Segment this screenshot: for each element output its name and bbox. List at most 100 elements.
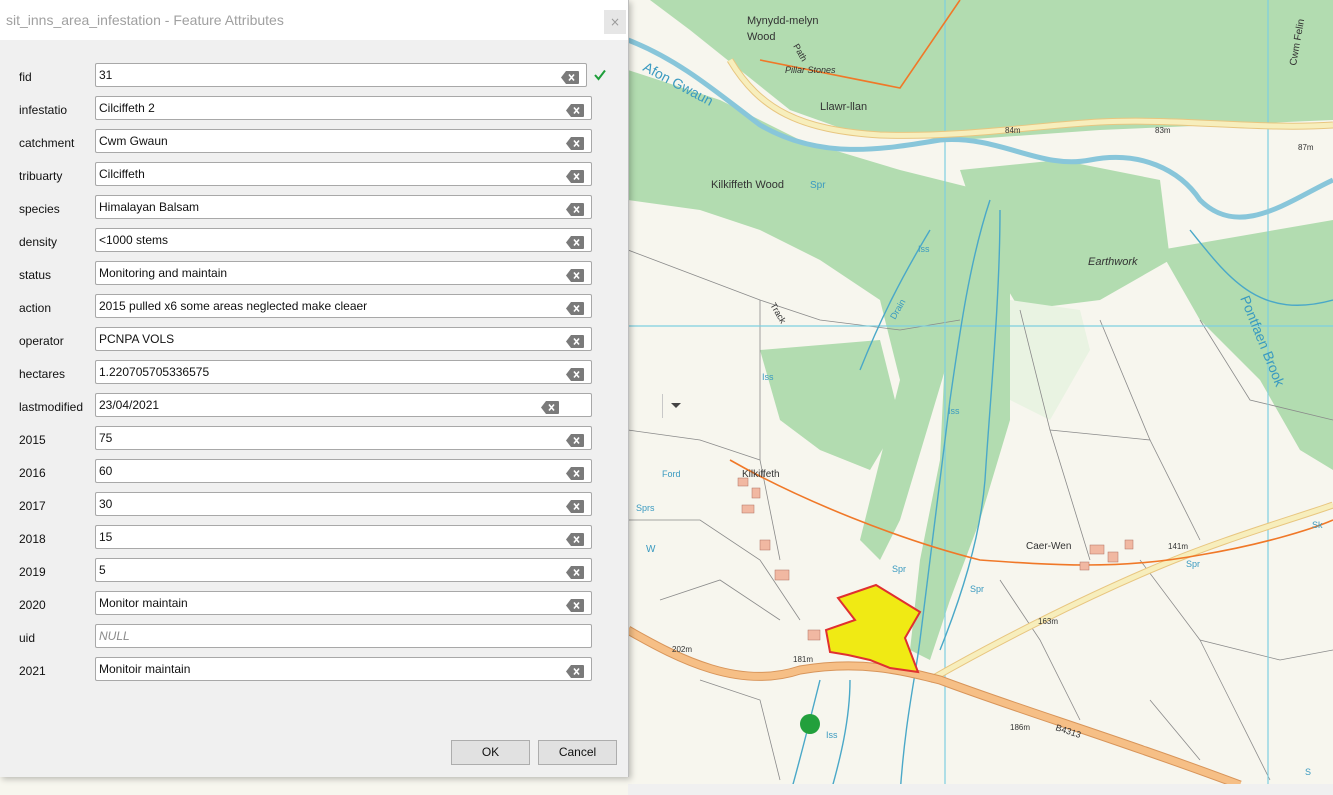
field-input[interactable]: NULL (95, 624, 592, 648)
clear-icon[interactable] (566, 564, 584, 579)
clear-icon[interactable] (566, 498, 584, 513)
field-value: Monitoring and maintain (99, 266, 228, 280)
clear-icon[interactable] (566, 201, 584, 216)
field-label: hectares (19, 367, 66, 381)
field-value: Cilciffeth (99, 167, 145, 181)
field-label: lastmodified (19, 400, 84, 414)
attribute-row: 2019 5 (0, 558, 628, 591)
map-label: Spr (1186, 559, 1200, 569)
field-input[interactable]: 60 (95, 459, 592, 483)
field-input[interactable]: Monitor maintain (95, 591, 592, 615)
clear-icon[interactable] (566, 432, 584, 447)
field-label: 2019 (19, 565, 46, 579)
clear-icon[interactable] (566, 135, 584, 150)
map-label: Iss (762, 372, 774, 382)
field-input[interactable]: Cilciffeth 2 (95, 96, 592, 120)
close-button[interactable]: × (604, 10, 626, 34)
map-label: W (646, 544, 656, 555)
field-input[interactable]: 31 (95, 63, 587, 87)
field-value: 31 (99, 68, 113, 82)
map-label: Spr (810, 180, 826, 191)
field-value: 2015 pulled x6 some areas neglected make… (99, 299, 368, 313)
field-value: 30 (99, 497, 113, 511)
clear-icon[interactable] (566, 300, 584, 315)
dialog-title: sit_inns_area_infestation - Feature Attr… (6, 12, 284, 28)
map-label: 84m (1005, 126, 1021, 135)
field-input[interactable]: Monitoring and maintain (95, 261, 592, 285)
attribute-row: tribuarty Cilciffeth (0, 162, 628, 195)
attribute-row: infestatio Cilciffeth 2 (0, 96, 628, 129)
map-label: 141m (1168, 542, 1188, 551)
attribute-row: catchment Cwm Gwaun (0, 129, 628, 162)
attribute-row: 2021 Monitoir maintain (0, 657, 628, 690)
attribute-row: 2020 Monitor maintain (0, 591, 628, 624)
attribute-row: uid NULL (0, 624, 628, 657)
field-input[interactable]: 1.220705705336575 (95, 360, 592, 384)
map-label: Spr (970, 584, 984, 594)
point-marker[interactable] (800, 714, 820, 734)
attribute-row: 2015 75 (0, 426, 628, 459)
ok-button[interactable]: OK (451, 740, 530, 765)
field-label: uid (19, 631, 36, 645)
field-input[interactable]: 75 (95, 426, 592, 450)
map-label: 163m (1038, 617, 1058, 626)
clear-icon[interactable] (566, 333, 584, 348)
clear-icon[interactable] (566, 663, 584, 678)
field-input[interactable]: 5 (95, 558, 592, 582)
clear-icon[interactable] (566, 102, 584, 117)
field-label: action (19, 301, 52, 315)
map-label: Kilkiffeth (742, 469, 780, 480)
field-label: 2017 (19, 499, 46, 513)
field-input[interactable]: Monitoir maintain (95, 657, 592, 681)
attribute-row: status Monitoring and maintain (0, 261, 628, 294)
map-label: Sk (1312, 520, 1323, 530)
chevron-down-icon[interactable] (662, 394, 688, 418)
field-value: 60 (99, 464, 113, 478)
field-input[interactable]: Cwm Gwaun (95, 129, 592, 153)
status-bar (628, 784, 1333, 795)
clear-icon[interactable] (561, 69, 579, 84)
field-input[interactable]: 30 (95, 492, 592, 516)
map-label: Sprs (636, 503, 655, 513)
clear-icon[interactable] (566, 465, 584, 480)
field-value: 23/04/2021 (99, 398, 160, 412)
field-label: catchment (19, 136, 75, 150)
clear-icon[interactable] (566, 597, 584, 612)
field-input[interactable]: Cilciffeth (95, 162, 592, 186)
field-value: Cilciffeth 2 (99, 101, 155, 115)
map-label: 202m (672, 645, 692, 654)
map-label: 87m (1298, 143, 1314, 152)
clear-icon[interactable] (566, 234, 584, 249)
field-input[interactable]: PCNPA VOLS (95, 327, 592, 351)
attribute-row: 2016 60 (0, 459, 628, 492)
clear-icon[interactable] (566, 267, 584, 282)
clear-icon[interactable] (566, 168, 584, 183)
clear-icon[interactable] (541, 399, 559, 414)
field-label: infestatio (19, 103, 68, 117)
field-input[interactable]: Himalayan Balsam (95, 195, 592, 219)
field-value: Cwm Gwaun (99, 134, 168, 148)
clear-icon[interactable] (566, 366, 584, 381)
field-value: Himalayan Balsam (99, 200, 200, 214)
field-value: Monitor maintain (99, 596, 188, 610)
dialog-titlebar: sit_inns_area_infestation - Feature Attr… (0, 0, 628, 40)
map-label: Llawr-llan (820, 101, 867, 113)
field-input[interactable]: 15 (95, 525, 592, 549)
field-input[interactable]: 2015 pulled x6 some areas neglected make… (95, 294, 592, 318)
field-label: tribuarty (19, 169, 63, 183)
field-value: NULL (99, 629, 130, 643)
field-label: operator (19, 334, 64, 348)
map-label: Mynydd-melyn (747, 15, 819, 27)
field-value: 1.220705705336575 (99, 365, 210, 379)
field-label: status (19, 268, 52, 282)
map-label: Iss (826, 730, 838, 740)
field-value: 75 (99, 431, 113, 445)
field-label: 2018 (19, 532, 46, 546)
field-input[interactable]: <1000 stems (95, 228, 592, 252)
cancel-button[interactable]: Cancel (538, 740, 617, 765)
clear-icon[interactable] (566, 531, 584, 546)
map-label: S (1305, 767, 1311, 777)
attribute-row: fid 31 (0, 63, 628, 96)
field-input[interactable]: 23/04/2021 (95, 393, 681, 418)
field-label: 2020 (19, 598, 46, 612)
